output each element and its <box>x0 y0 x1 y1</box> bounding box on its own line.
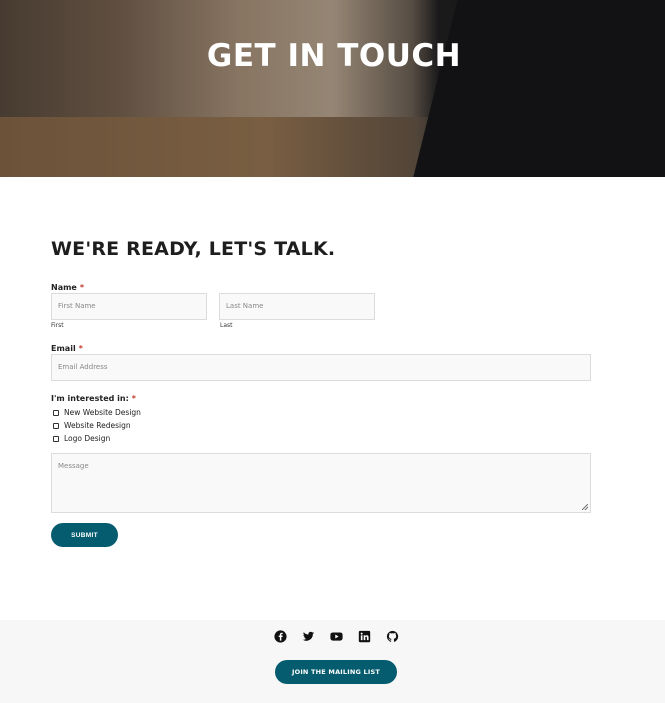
youtube-icon[interactable] <box>329 629 343 643</box>
last-sublabel: Last <box>220 322 233 329</box>
interest-option-new-website[interactable]: New Website Design <box>53 406 141 419</box>
required-mark: * <box>131 394 136 403</box>
submit-button[interactable]: SUBMIT <box>51 523 118 547</box>
message-textarea[interactable]: Message <box>51 453 591 513</box>
checkbox[interactable] <box>53 409 59 416</box>
first-sublabel: First <box>51 322 64 329</box>
twitter-icon[interactable] <box>301 629 315 643</box>
social-links <box>273 629 399 643</box>
name-label: Name * <box>51 283 85 292</box>
interest-option-redesign[interactable]: Website Redesign <box>53 419 141 432</box>
contact-form: WE'RE READY, LET'S TALK. Name * First Nam… <box>51 238 591 547</box>
required-mark: * <box>78 344 83 353</box>
checkbox[interactable] <box>53 435 59 442</box>
join-mailing-list-button[interactable]: JOIN THE MAILING LIST <box>275 660 397 684</box>
form-heading: WE'RE READY, LET'S TALK. <box>51 238 336 260</box>
checkbox[interactable] <box>53 422 59 429</box>
interest-label: I'm interested in: * <box>51 394 136 403</box>
hero-title: GET IN TOUCH <box>206 38 462 74</box>
github-icon[interactable] <box>385 629 399 643</box>
email-input[interactable]: Email Address <box>51 354 591 381</box>
facebook-icon[interactable] <box>273 629 287 643</box>
footer: JOIN THE MAILING LIST <box>0 620 665 703</box>
email-label: Email * <box>51 344 83 353</box>
linkedin-icon[interactable] <box>357 629 371 643</box>
interest-checkbox-group: New Website Design Website Redesign Logo… <box>53 406 141 445</box>
required-mark: * <box>79 283 85 292</box>
hero-banner: GET IN TOUCH <box>0 0 665 177</box>
last-name-input[interactable]: Last Name <box>219 293 375 320</box>
resize-handle-icon[interactable] <box>582 504 588 510</box>
first-name-input[interactable]: First Name <box>51 293 207 320</box>
interest-option-logo[interactable]: Logo Design <box>53 432 141 445</box>
